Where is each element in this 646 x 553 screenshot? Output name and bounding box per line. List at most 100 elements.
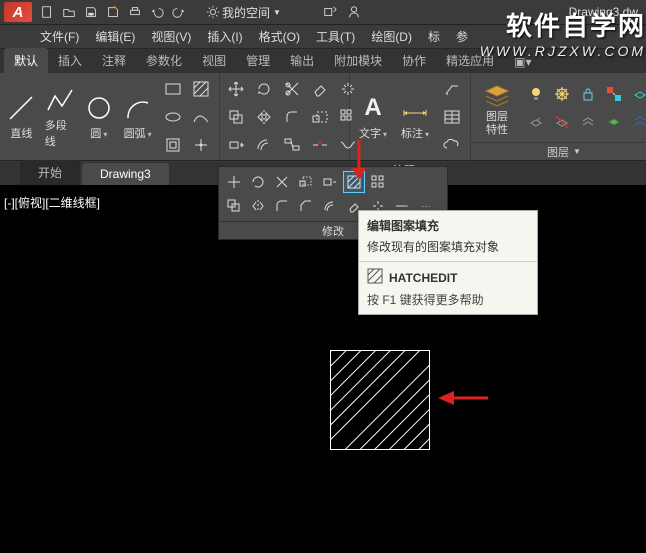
rtab-default[interactable]: 默认 [4,48,48,73]
titlebar-right-icons [321,3,363,21]
tool-polyline[interactable]: 多段线 [45,85,76,149]
ribbon: 直线 多段线 圆 圆弧 绘图▼ [0,73,646,161]
annotation-arrow-down [349,140,369,180]
signin-icon[interactable] [345,3,363,21]
tool-mirror-icon[interactable] [252,105,276,129]
doc-tab-drawing[interactable]: Drawing3 [82,163,169,185]
fm-stretch-icon[interactable] [319,171,341,193]
open-icon[interactable] [60,3,78,21]
menu-dim[interactable]: 标 [428,28,440,45]
tool-trim-icon[interactable] [280,77,304,101]
title-bar: A 我的空间 ▼ Drawing3.dw [0,0,646,25]
ribbon-tabs: 默认 插入 注释 参数化 视图 管理 输出 附加模块 协作 精选应用 ▣▾ [0,49,646,73]
menu-view[interactable]: 视图(V) [151,28,191,45]
tool-rotate-icon[interactable] [252,77,276,101]
tool-ellipse-icon[interactable] [161,105,185,129]
layer-on-icon[interactable] [525,82,547,106]
fm-array-icon[interactable] [367,171,389,193]
rtab-output[interactable]: 输出 [280,48,324,73]
fm-trim-icon[interactable] [271,171,293,193]
tooltip-hatchedit: 编辑图案填充 修改现有的图案填充对象 HATCHEDIT 按 F1 键获得更多帮… [358,210,538,315]
rtab-insert[interactable]: 插入 [48,48,92,73]
rtab-collab[interactable]: 协作 [392,48,436,73]
tool-rect-icon[interactable] [161,77,185,101]
rtab-addons[interactable]: 附加模块 [324,48,392,73]
menu-tools[interactable]: 工具(T) [316,28,355,45]
app-logo[interactable]: A [4,2,32,22]
rtab-parametric[interactable]: 参数化 [136,48,192,73]
tooltip-cmd: HATCHEDIT [389,271,457,285]
workspace-switcher[interactable]: 我的空间 ▼ [206,4,281,21]
menu-file[interactable]: 文件(F) [40,28,79,45]
hatch-object[interactable] [330,350,430,450]
layer-state-icon[interactable] [603,110,625,134]
tool-table-icon[interactable] [440,105,464,129]
tool-layer-props[interactable]: 图层 特性 [477,79,517,135]
rtab-manage[interactable]: 管理 [236,48,280,73]
layer-off-icon[interactable] [551,110,573,134]
tool-leader-icon[interactable] [440,77,464,101]
tool-line[interactable]: 直线 [6,93,37,141]
tool-circle[interactable]: 圆 [84,93,115,141]
tool-offset-icon[interactable] [252,133,276,157]
layer-prev-icon[interactable] [525,110,547,134]
tool-cloud-icon[interactable] [440,133,464,157]
viewport-label[interactable]: [-][俯视][二维线框] [4,194,100,211]
quick-access-toolbar [38,3,188,21]
tool-break-icon[interactable] [308,133,332,157]
undo-icon[interactable] [148,3,166,21]
rtab-annotate[interactable]: 注释 [92,48,136,73]
layer-merge-icon[interactable] [629,110,646,134]
tool-spline-icon[interactable] [189,105,213,129]
rtab-view[interactable]: 视图 [192,48,236,73]
panel-layer: 图层 特性 图层▼ [471,73,646,160]
share-icon[interactable] [321,3,339,21]
layer-walk-icon[interactable] [577,110,599,134]
tooltip-desc: 修改现有的图案填充对象 [367,238,529,255]
layer-freeze-icon[interactable] [551,82,573,106]
layer-match-icon[interactable] [603,82,625,106]
tool-region-icon[interactable] [161,133,185,157]
fm-offset-icon[interactable] [319,195,341,217]
fm-mirror-icon[interactable] [247,195,269,217]
tool-arc[interactable]: 圆弧 [122,93,153,141]
menu-param[interactable]: 参 [456,28,468,45]
tool-stretch-icon[interactable] [224,133,248,157]
print-icon[interactable] [126,3,144,21]
tooltip-help: 按 F1 键获得更多帮助 [367,291,529,308]
rtab-more-icon[interactable]: ▣▾ [504,51,541,73]
save-icon[interactable] [82,3,100,21]
layer-lock-icon[interactable] [577,82,599,106]
drawing-viewport[interactable]: [-][俯视][二维线框] [0,190,646,553]
tool-move-icon[interactable] [224,77,248,101]
tooltip-cmd-icon [367,268,383,287]
fm-fillet-icon[interactable] [271,195,293,217]
tool-copy-icon[interactable] [224,105,248,129]
redo-icon[interactable] [170,3,188,21]
tool-align-icon[interactable] [280,133,304,157]
fm-chamfer-icon[interactable] [295,195,317,217]
tool-text[interactable]: A文字 [356,93,390,141]
tooltip-title: 编辑图案填充 [367,217,529,234]
saveas-icon[interactable] [104,3,122,21]
menu-edit[interactable]: 编辑(E) [95,28,135,45]
tool-dimension[interactable]: 标注 [398,93,432,141]
menu-draw[interactable]: 绘图(D) [371,28,412,45]
workspace-label: 我的空间 [222,4,270,21]
tool-fillet-icon[interactable] [280,105,304,129]
gear-icon [206,5,220,19]
tool-point-icon[interactable] [189,133,213,157]
doc-tab-start[interactable]: 开始 [20,160,80,185]
tool-scale-icon[interactable] [308,105,332,129]
tool-erase-icon[interactable] [308,77,332,101]
fm-copy-icon[interactable] [223,195,245,217]
fm-scale-icon[interactable] [295,171,317,193]
layer-isolate-icon[interactable] [629,82,646,106]
menu-insert[interactable]: 插入(I) [207,28,242,45]
fm-move-icon[interactable] [223,171,245,193]
tool-hatch-icon[interactable] [189,77,213,101]
new-icon[interactable] [38,3,56,21]
fm-rotate-icon[interactable] [247,171,269,193]
menu-format[interactable]: 格式(O) [259,28,300,45]
rtab-featured[interactable]: 精选应用 [436,48,504,73]
